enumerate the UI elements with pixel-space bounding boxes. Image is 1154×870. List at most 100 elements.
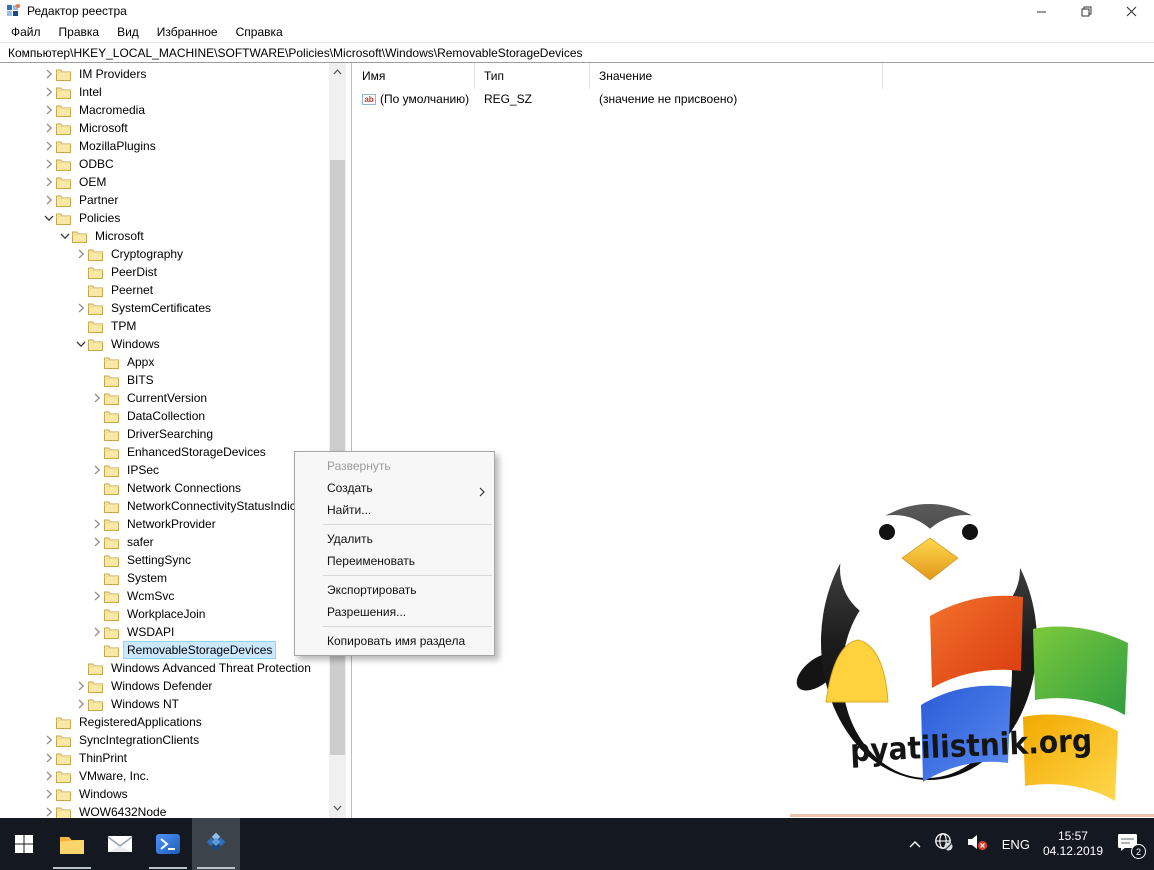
menu-favorites[interactable]: Избранное xyxy=(148,22,227,42)
tree-item-settingsync[interactable]: SettingSync xyxy=(0,551,327,569)
chevron-right-icon[interactable] xyxy=(90,626,104,638)
tree-item-driversearching[interactable]: DriverSearching xyxy=(0,425,327,443)
chevron-right-icon[interactable] xyxy=(42,806,56,818)
chevron-right-icon[interactable] xyxy=(90,464,104,476)
action-center-button[interactable]: 2 xyxy=(1116,832,1146,859)
address-bar[interactable]: Компьютер\HKEY_LOCAL_MACHINE\SOFTWARE\Po… xyxy=(0,42,1154,63)
tree-item-microsoft[interactable]: Microsoft xyxy=(0,227,327,245)
taskbar-regedit[interactable] xyxy=(192,818,240,870)
tree-item-wsdapi[interactable]: WSDAPI xyxy=(0,623,327,641)
chevron-right-icon[interactable] xyxy=(74,302,88,314)
ctx-create[interactable]: Создать xyxy=(295,477,494,499)
value-row[interactable]: ab (По умолчанию) REG_SZ (значение не присв… xyxy=(353,89,1154,109)
ctx-find[interactable]: Найти... xyxy=(295,499,494,521)
tree-item-removablestoragedevices[interactable]: RemovableStorageDevices xyxy=(0,641,327,659)
tree-item-ipsec[interactable]: IPSec xyxy=(0,461,327,479)
tree-item-networkprovider[interactable]: NetworkProvider xyxy=(0,515,327,533)
minimize-button[interactable] xyxy=(1019,0,1064,22)
taskbar-powershell[interactable] xyxy=(144,818,192,870)
chevron-right-icon[interactable] xyxy=(90,518,104,530)
chevron-right-icon[interactable] xyxy=(90,536,104,548)
column-header-name[interactable]: Имя xyxy=(353,63,475,89)
tree-item-thinprint[interactable]: ThinPrint xyxy=(0,749,327,767)
ctx-export[interactable]: Экспортировать xyxy=(295,579,494,601)
tree-item-macromedia[interactable]: Macromedia xyxy=(0,101,327,119)
tree-item-policies[interactable]: Policies xyxy=(0,209,327,227)
tree-item-windows-nt[interactable]: Windows NT xyxy=(0,695,327,713)
restore-button[interactable] xyxy=(1064,0,1109,22)
chevron-right-icon[interactable] xyxy=(42,140,56,152)
chevron-right-icon[interactable] xyxy=(42,194,56,206)
chevron-right-icon[interactable] xyxy=(42,68,56,80)
tree-item-currentversion[interactable]: CurrentVersion xyxy=(0,389,327,407)
scroll-up-arrow-icon[interactable] xyxy=(329,63,346,80)
ctx-permissions[interactable]: Разрешения... xyxy=(295,601,494,623)
chevron-right-icon[interactable] xyxy=(74,698,88,710)
menu-edit[interactable]: Правка xyxy=(50,22,109,42)
tree-item-peernet[interactable]: Peernet xyxy=(0,281,327,299)
tree-item-oem[interactable]: OEM xyxy=(0,173,327,191)
tree-item-im-providers[interactable]: IM Providers xyxy=(0,65,327,83)
chevron-right-icon[interactable] xyxy=(42,86,56,98)
chevron-down-icon[interactable] xyxy=(74,338,88,350)
tree-item-cryptography[interactable]: Cryptography xyxy=(0,245,327,263)
tree-item-mozillaplugins[interactable]: MozillaPlugins xyxy=(0,137,327,155)
chevron-right-icon[interactable] xyxy=(42,122,56,134)
tree-item-registeredapplications[interactable]: RegisteredApplications xyxy=(0,713,327,731)
chevron-right-icon[interactable] xyxy=(74,680,88,692)
chevron-right-icon[interactable] xyxy=(42,104,56,116)
tree-item-network-connections[interactable]: Network Connections xyxy=(0,479,327,497)
chevron-right-icon[interactable] xyxy=(42,158,56,170)
tree-item-intel[interactable]: Intel xyxy=(0,83,327,101)
chevron-right-icon[interactable] xyxy=(74,248,88,260)
tree-item-windows-advanced-threat-protection[interactable]: Windows Advanced Threat Protection xyxy=(0,659,327,677)
chevron-down-icon[interactable] xyxy=(58,230,72,242)
tree-item-wcmsvc[interactable]: WcmSvc xyxy=(0,587,327,605)
tree-item-odbc[interactable]: ODBC xyxy=(0,155,327,173)
hidden-icons-button[interactable] xyxy=(909,835,921,853)
chevron-right-icon[interactable] xyxy=(90,590,104,602)
clock[interactable]: 15:57 04.12.2019 xyxy=(1043,829,1103,859)
column-header-value[interactable]: Значение xyxy=(590,63,883,89)
chevron-right-icon[interactable] xyxy=(42,770,56,782)
tree-item-system[interactable]: System xyxy=(0,569,327,587)
chevron-right-icon[interactable] xyxy=(42,734,56,746)
tree-item-bits[interactable]: BITS xyxy=(0,371,327,389)
language-indicator[interactable]: ENG xyxy=(1002,837,1030,852)
start-button[interactable] xyxy=(0,818,48,870)
tree-item-networkconnectivitystatusindicator[interactable]: NetworkConnectivityStatusIndicator xyxy=(0,497,327,515)
tree-item-windows-defender[interactable]: Windows Defender xyxy=(0,677,327,695)
tree-item-safer[interactable]: safer xyxy=(0,533,327,551)
taskbar-file-explorer[interactable] xyxy=(48,818,96,870)
tree-item-workplacejoin[interactable]: WorkplaceJoin xyxy=(0,605,327,623)
menu-view[interactable]: Вид xyxy=(108,22,148,42)
close-button[interactable] xyxy=(1109,0,1154,22)
tree-item-partner[interactable]: Partner xyxy=(0,191,327,209)
tree-item-syncintegrationclients[interactable]: SyncIntegrationClients xyxy=(0,731,327,749)
tree-item-microsoft[interactable]: Microsoft xyxy=(0,119,327,137)
ctx-copy-key-name[interactable]: Копировать имя раздела xyxy=(295,630,494,652)
tree-item-windows[interactable]: Windows xyxy=(0,335,327,353)
tree-scrollbar[interactable] xyxy=(329,63,346,818)
scroll-down-arrow-icon[interactable] xyxy=(329,799,346,816)
tree-item-wow6432node[interactable]: WOW6432Node xyxy=(0,803,327,818)
chevron-right-icon[interactable] xyxy=(42,176,56,188)
chevron-down-icon[interactable] xyxy=(42,212,56,224)
tree-item-appx[interactable]: Appx xyxy=(0,353,327,371)
chevron-right-icon[interactable] xyxy=(42,752,56,764)
tree-item-datacollection[interactable]: DataCollection xyxy=(0,407,327,425)
menu-help[interactable]: Справка xyxy=(227,22,292,42)
chevron-right-icon[interactable] xyxy=(90,392,104,404)
ctx-delete[interactable]: Удалить xyxy=(295,528,494,550)
ctx-rename[interactable]: Переименовать xyxy=(295,550,494,572)
tree-item-enhancedstoragedevices[interactable]: EnhancedStorageDevices xyxy=(0,443,327,461)
tree-item-systemcertificates[interactable]: SystemCertificates xyxy=(0,299,327,317)
chevron-right-icon[interactable] xyxy=(42,788,56,800)
tree-item-peerdist[interactable]: PeerDist xyxy=(0,263,327,281)
menu-file[interactable]: Файл xyxy=(2,22,50,42)
taskbar-mail[interactable] xyxy=(96,818,144,870)
tree-item-windows[interactable]: Windows xyxy=(0,785,327,803)
tree-item-tpm[interactable]: TPM xyxy=(0,317,327,335)
network-status-button[interactable] xyxy=(934,832,954,857)
volume-button[interactable] xyxy=(967,832,989,857)
